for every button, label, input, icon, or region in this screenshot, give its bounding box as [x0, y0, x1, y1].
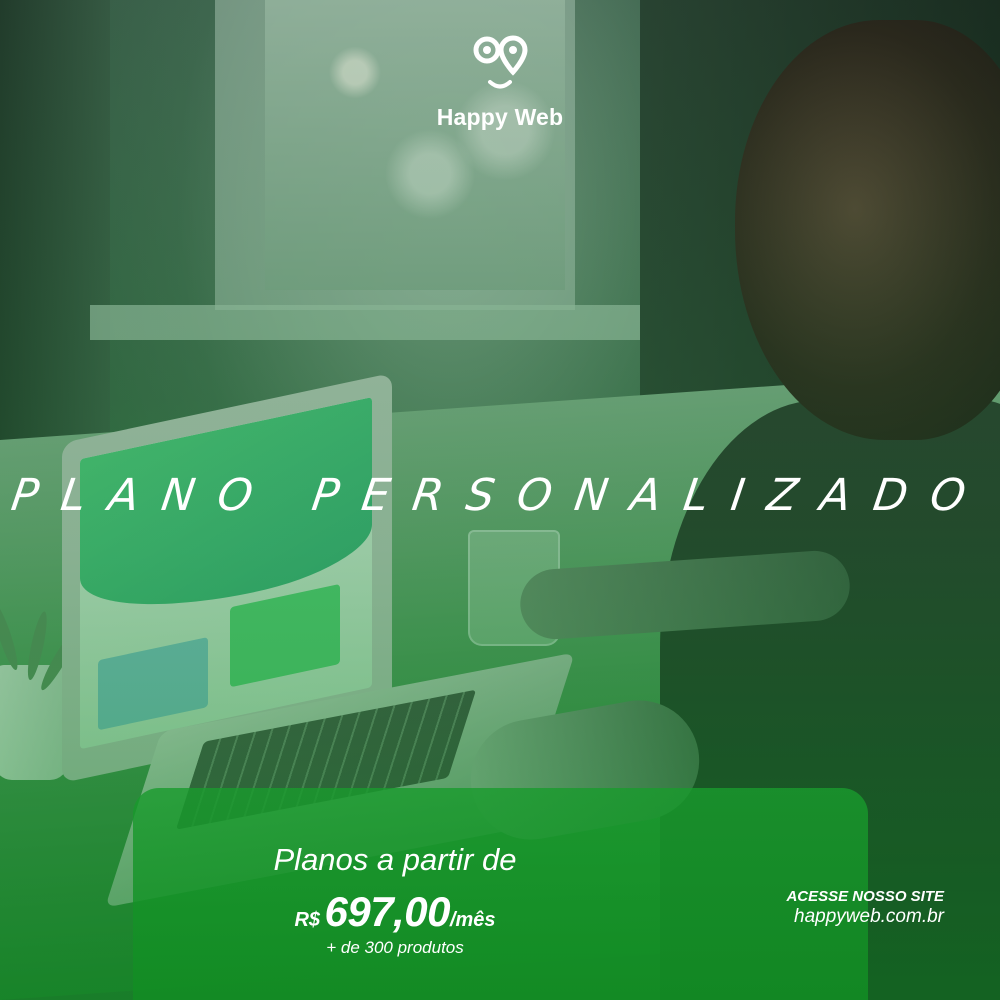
brand-name: Happy Web: [436, 104, 564, 130]
price: R$ 697,00/mês: [95, 888, 695, 936]
products-count: + de 300 produtos: [326, 938, 464, 957]
price-currency: R$: [294, 909, 321, 931]
price-amount: 697,00: [324, 888, 450, 935]
site-info: ACESSE NOSSO SITE happyweb.com.br: [744, 888, 944, 928]
site-url[interactable]: happyweb.com.br: [744, 906, 944, 928]
brand-header: Happy Web: [0, 32, 1000, 131]
happy-web-eyes-pin-icon: [473, 35, 528, 89]
offer-intro: Planos a partir de: [273, 842, 517, 877]
headline: PLANO PERSONALIZADO: [8, 470, 992, 521]
site-cta: ACESSE NOSSO SITE: [786, 888, 944, 905]
price-period: /mês: [449, 909, 496, 931]
